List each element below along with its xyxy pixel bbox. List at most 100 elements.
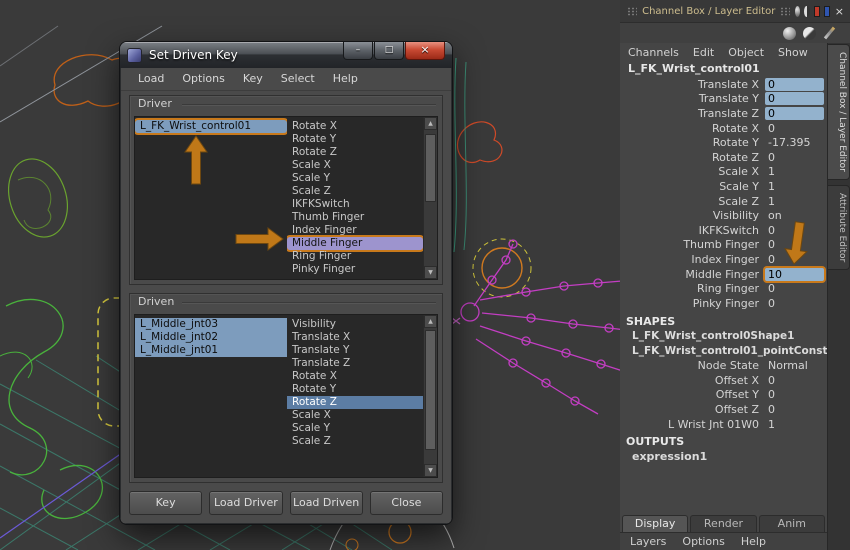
dialog-button[interactable]: Load Driver: [209, 491, 282, 515]
channel-value-field[interactable]: Normal: [765, 359, 824, 372]
channel-label[interactable]: Offset Z: [620, 403, 765, 416]
channel-value-field[interactable]: 0: [765, 224, 824, 237]
channel-label[interactable]: Index Finger: [620, 253, 765, 266]
sidebar-vertical-tab[interactable]: Attribute Editor: [828, 185, 850, 270]
channel-label[interactable]: IKFKSwitch: [620, 224, 765, 237]
scrollbar-thumb[interactable]: [425, 330, 436, 450]
channel-label[interactable]: Scale Y: [620, 180, 765, 193]
layer-editor-menu-item[interactable]: Layers: [630, 535, 666, 548]
channel-value-field[interactable]: 0: [765, 78, 824, 91]
channel-label[interactable]: Scale Z: [620, 195, 765, 208]
dialog-titlebar[interactable]: Set Driven Key – □ ×: [120, 42, 452, 68]
scroll-up-icon[interactable]: ▲: [424, 315, 437, 328]
toggle-shade-icon[interactable]: [804, 6, 809, 17]
channel-label[interactable]: Translate X: [620, 78, 765, 91]
driver-nodes-list[interactable]: L_FK_Wrist_control01: [135, 117, 287, 279]
channel-label[interactable]: Visibility: [620, 209, 765, 222]
driver-attr-item[interactable]: Rotate Z: [287, 146, 423, 159]
dialog-menu-item[interactable]: Options: [173, 69, 233, 89]
scroll-down-icon[interactable]: ▼: [424, 266, 437, 279]
channel-value-field[interactable]: 0: [765, 92, 824, 105]
maximize-button[interactable]: □: [374, 42, 404, 60]
dialog-button[interactable]: Close: [370, 491, 443, 515]
driver-attr-item[interactable]: Thumb Finger: [287, 211, 423, 224]
channel-label[interactable]: Scale X: [620, 165, 765, 178]
driver-attr-item[interactable]: Pinky Finger: [287, 263, 423, 276]
scroll-down-icon[interactable]: ▼: [424, 464, 437, 477]
hyperbolic-tool-icon[interactable]: [823, 27, 836, 40]
channel-label[interactable]: Node State: [620, 359, 765, 372]
channel-box-menu-item[interactable]: Channels: [626, 46, 687, 59]
channel-label[interactable]: Offset X: [620, 374, 765, 387]
drag-grip-icon[interactable]: [780, 7, 790, 16]
channel-value-field[interactable]: 1: [765, 180, 824, 193]
speed-toggle-icon[interactable]: [803, 27, 816, 40]
channel-value-field[interactable]: 0: [765, 151, 824, 164]
sidebar-vertical-tab[interactable]: Channel Box / Layer Editor: [828, 44, 850, 180]
channel-box-menu-item[interactable]: Object: [726, 46, 772, 59]
driver-attr-item[interactable]: Scale Y: [287, 172, 423, 185]
selected-node-name[interactable]: L_FK_Wrist_control01: [620, 61, 827, 77]
driver-attr-item[interactable]: Rotate Y: [287, 133, 423, 146]
driven-nodes-list[interactable]: L_Middle_jnt03L_Middle_jnt02L_Middle_jnt…: [135, 315, 287, 477]
driven-attr-item[interactable]: Translate Y: [287, 344, 423, 357]
dialog-menu-item[interactable]: Key: [234, 69, 272, 89]
channel-value-field[interactable]: 0: [765, 107, 824, 120]
drag-grip-icon[interactable]: [627, 7, 637, 16]
dialog-menu-item[interactable]: Select: [272, 69, 324, 89]
driven-attr-item[interactable]: Translate X: [287, 331, 423, 344]
driven-attr-item[interactable]: Scale Y: [287, 422, 423, 435]
driver-attr-item[interactable]: Scale Z: [287, 185, 423, 198]
channel-label[interactable]: Ring Finger: [620, 282, 765, 295]
channel-label[interactable]: L Wrist Jnt 01W0: [620, 418, 765, 431]
panel-close-icon[interactable]: ×: [835, 6, 844, 17]
driven-attrs-list[interactable]: VisibilityTranslate XTranslate YTranslat…: [287, 315, 423, 477]
driven-scrollbar[interactable]: ▲ ▼: [423, 315, 437, 477]
layer-editor-tab[interactable]: Display: [622, 515, 688, 532]
driven-attr-item[interactable]: Visibility: [287, 318, 423, 331]
channel-box-titlebar[interactable]: Channel Box / Layer Editor ×: [620, 0, 850, 23]
dialog-menu-item[interactable]: Help: [324, 69, 367, 89]
output-node-name[interactable]: expression1: [620, 449, 827, 464]
panel-red-button[interactable]: [814, 6, 820, 17]
panel-blue-button[interactable]: [824, 6, 830, 17]
layer-editor-tab[interactable]: Anim: [759, 515, 825, 532]
channel-value-field[interactable]: 0: [765, 403, 824, 416]
driven-attr-item[interactable]: Rotate X: [287, 370, 423, 383]
channel-label[interactable]: Offset Y: [620, 388, 765, 401]
driver-attr-item[interactable]: Rotate X: [287, 120, 423, 133]
driver-node-item[interactable]: L_FK_Wrist_control01: [135, 120, 287, 133]
layer-editor-menu-item[interactable]: Options: [682, 535, 724, 548]
channel-label[interactable]: Translate Z: [620, 107, 765, 120]
minimize-button[interactable]: –: [343, 42, 373, 60]
channel-label[interactable]: Thumb Finger: [620, 238, 765, 251]
driver-scrollbar[interactable]: ▲ ▼: [423, 117, 437, 279]
channel-value-field[interactable]: 0: [765, 388, 824, 401]
driver-attr-item[interactable]: IKFKSwitch: [287, 198, 423, 211]
dialog-button[interactable]: Key: [129, 491, 202, 515]
channel-value-field[interactable]: 1: [765, 418, 824, 431]
channel-box-menu-item[interactable]: Edit: [691, 46, 722, 59]
layer-editor-menu-item[interactable]: Help: [741, 535, 766, 548]
scroll-up-icon[interactable]: ▲: [424, 117, 437, 130]
channel-label[interactable]: Pinky Finger: [620, 297, 765, 310]
close-button[interactable]: ×: [405, 42, 445, 60]
channel-value-field[interactable]: 0: [765, 253, 824, 266]
driver-attr-item[interactable]: Middle Finger: [287, 237, 423, 250]
layer-editor-tab[interactable]: Render: [690, 515, 756, 532]
channel-value-field[interactable]: 0: [765, 238, 824, 251]
channel-value-field[interactable]: 1: [765, 165, 824, 178]
channel-value-field[interactable]: 0: [765, 374, 824, 387]
shape-node-name[interactable]: L_FK_Wrist_control0Shape1: [620, 329, 827, 344]
driven-attr-item[interactable]: Scale Z: [287, 435, 423, 448]
channel-value-field[interactable]: on: [765, 209, 824, 222]
channel-label[interactable]: Rotate Z: [620, 151, 765, 164]
dialog-button[interactable]: Load Driven: [290, 491, 363, 515]
channel-value-field[interactable]: 1: [765, 195, 824, 208]
channel-label[interactable]: Middle Finger: [620, 268, 765, 281]
driver-attr-item[interactable]: Index Finger: [287, 224, 423, 237]
driven-attr-item[interactable]: Scale X: [287, 409, 423, 422]
channel-value-field[interactable]: 0: [765, 122, 824, 135]
channel-value-field[interactable]: 0: [765, 282, 824, 295]
dialog-menu-item[interactable]: Load: [129, 69, 173, 89]
